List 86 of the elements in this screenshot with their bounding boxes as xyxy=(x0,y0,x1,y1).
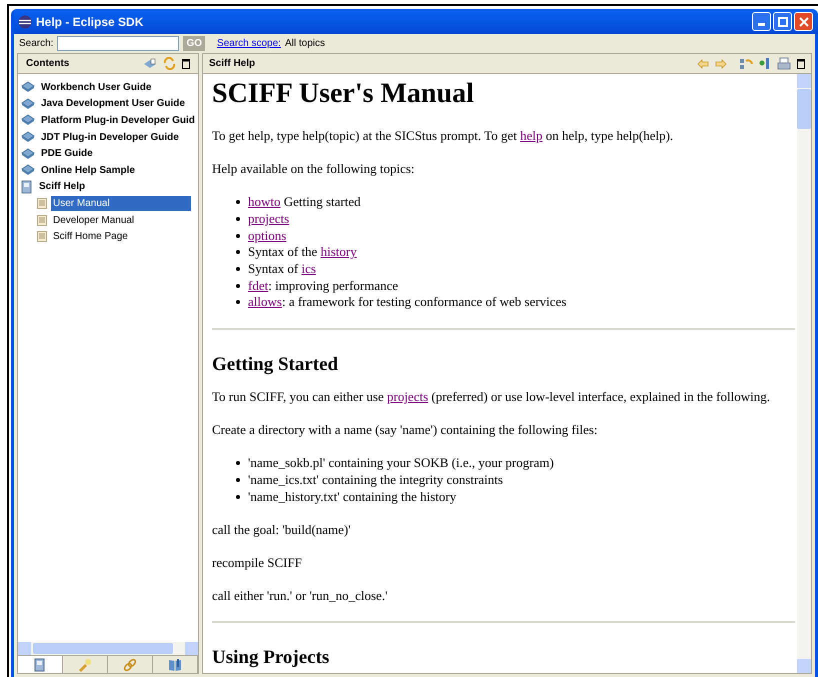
minimize-button[interactable] xyxy=(752,12,771,31)
link[interactable]: options xyxy=(248,228,286,243)
list-item: allows: a framework for testing conformance of web services xyxy=(248,294,566,310)
eclipse-logo-icon xyxy=(18,14,32,28)
page-icon xyxy=(37,231,47,242)
tree-item[interactable]: PDE Guide xyxy=(39,146,95,162)
tree-item[interactable]: User Manual xyxy=(51,196,191,211)
paragraph: To get help, type help(topic) at the SICStus prompt. To get help on help, type help(help). xyxy=(212,128,674,144)
page-icon xyxy=(37,214,47,226)
list-item: fdet: improving performance xyxy=(248,278,398,294)
bullet-icon xyxy=(236,478,240,482)
book-icon xyxy=(21,131,35,144)
minimize-view-icon[interactable] xyxy=(797,58,805,68)
minimize-view-icon xyxy=(182,58,190,68)
book-icon xyxy=(21,164,35,176)
flashlight-icon xyxy=(77,658,93,672)
list-item: 'name_ics.txt' containing the integrity constraints xyxy=(248,472,503,488)
tree-item[interactable]: Developer Manual xyxy=(51,212,136,228)
list-item: 'name_sokb.pl' containing your SOKB (i.e., your program) xyxy=(248,455,554,472)
bullet-icon xyxy=(236,217,240,222)
paragraph: Help available on the following topics: xyxy=(212,161,416,177)
book-icon xyxy=(21,114,35,126)
paragraph: call the goal: 'build(name)' xyxy=(212,522,352,538)
section-heading: Getting Started xyxy=(212,352,340,377)
sync-book-icon xyxy=(143,58,157,70)
paragraph: To run SCIFF, you can either use projects (preferred) or use low-level interface, explained in the following. xyxy=(212,388,771,405)
list-item: 'name_history.txt' containing the history xyxy=(248,488,456,505)
tree-item[interactable]: Sciff Home Page xyxy=(51,229,130,244)
window-title: Help - Eclipse SDK xyxy=(36,14,144,30)
pane-title: Contents xyxy=(26,57,70,71)
link[interactable]: allows xyxy=(248,294,282,310)
horizontal-scrollbar[interactable] xyxy=(18,642,198,655)
tree-item[interactable]: JDT Plug-in Developer Guide xyxy=(39,130,181,145)
link[interactable]: fdet xyxy=(248,278,268,293)
tree-item[interactable]: Sciff Help xyxy=(37,179,88,194)
print-icon[interactable] xyxy=(777,57,791,70)
page-heading: SCIFF User's Manual xyxy=(212,78,475,110)
link[interactable]: history xyxy=(320,244,357,260)
chain-icon xyxy=(123,658,137,672)
search-label: Search: xyxy=(19,37,54,51)
maximize-button[interactable] xyxy=(773,12,792,31)
book-icon xyxy=(21,180,33,194)
bookmark-add-icon[interactable] xyxy=(759,57,771,70)
list-item: Syntax of the history xyxy=(248,244,357,260)
link[interactable]: ics xyxy=(301,261,316,276)
link[interactable]: howto xyxy=(248,194,280,210)
search-field[interactable] xyxy=(57,36,180,51)
tree-item[interactable]: Online Help Sample xyxy=(39,162,137,178)
bullet-icon xyxy=(236,234,240,238)
bullet-icon xyxy=(236,300,240,304)
book-icon xyxy=(21,81,35,94)
tree-item[interactable]: Platform Plug-in Developer Guid xyxy=(39,112,197,128)
paragraph: call either 'run.' or 'run_no_close.' xyxy=(212,588,388,604)
link[interactable]: help xyxy=(520,128,542,143)
link[interactable]: projects xyxy=(386,388,428,404)
paragraph: Create a directory with a name (say 'name') containing the following files: xyxy=(212,422,599,438)
vertical-scrollbar[interactable] xyxy=(797,74,811,673)
bullet-icon xyxy=(236,267,240,272)
bullet-icon xyxy=(236,494,240,499)
bullet-icon xyxy=(236,284,240,288)
view-tab[interactable] xyxy=(18,656,63,673)
bullet-icon xyxy=(236,200,240,204)
maximize-icon xyxy=(778,16,788,26)
section-heading: Using Projects xyxy=(212,646,330,670)
page-icon xyxy=(37,198,47,209)
minimize-icon xyxy=(758,23,765,26)
close-button[interactable] xyxy=(794,12,813,31)
open-book-icon xyxy=(168,658,182,672)
back-arrow-icon[interactable] xyxy=(697,58,709,68)
list-item: howto Getting started xyxy=(248,194,361,210)
bullet-icon xyxy=(236,461,240,466)
tree-item[interactable]: Workbench User Guide xyxy=(39,80,154,95)
search-scope-value: All topics xyxy=(284,37,325,51)
pane-title: Sciff Help xyxy=(209,57,256,71)
tree-item[interactable]: Java Development User Guide xyxy=(39,96,187,112)
book-icon xyxy=(21,148,35,160)
close-icon xyxy=(798,16,808,26)
book-icon xyxy=(21,98,35,110)
bullet-icon xyxy=(236,250,240,254)
search-scope-link[interactable]: Search scope: xyxy=(217,36,281,51)
paragraph: recompile SCIFF xyxy=(212,554,303,571)
book-icon xyxy=(34,658,46,672)
link[interactable]: projects xyxy=(248,211,290,226)
refresh-icon xyxy=(163,57,176,70)
forward-arrow-icon[interactable] xyxy=(715,58,727,68)
list-item: Syntax of ics xyxy=(248,261,316,278)
